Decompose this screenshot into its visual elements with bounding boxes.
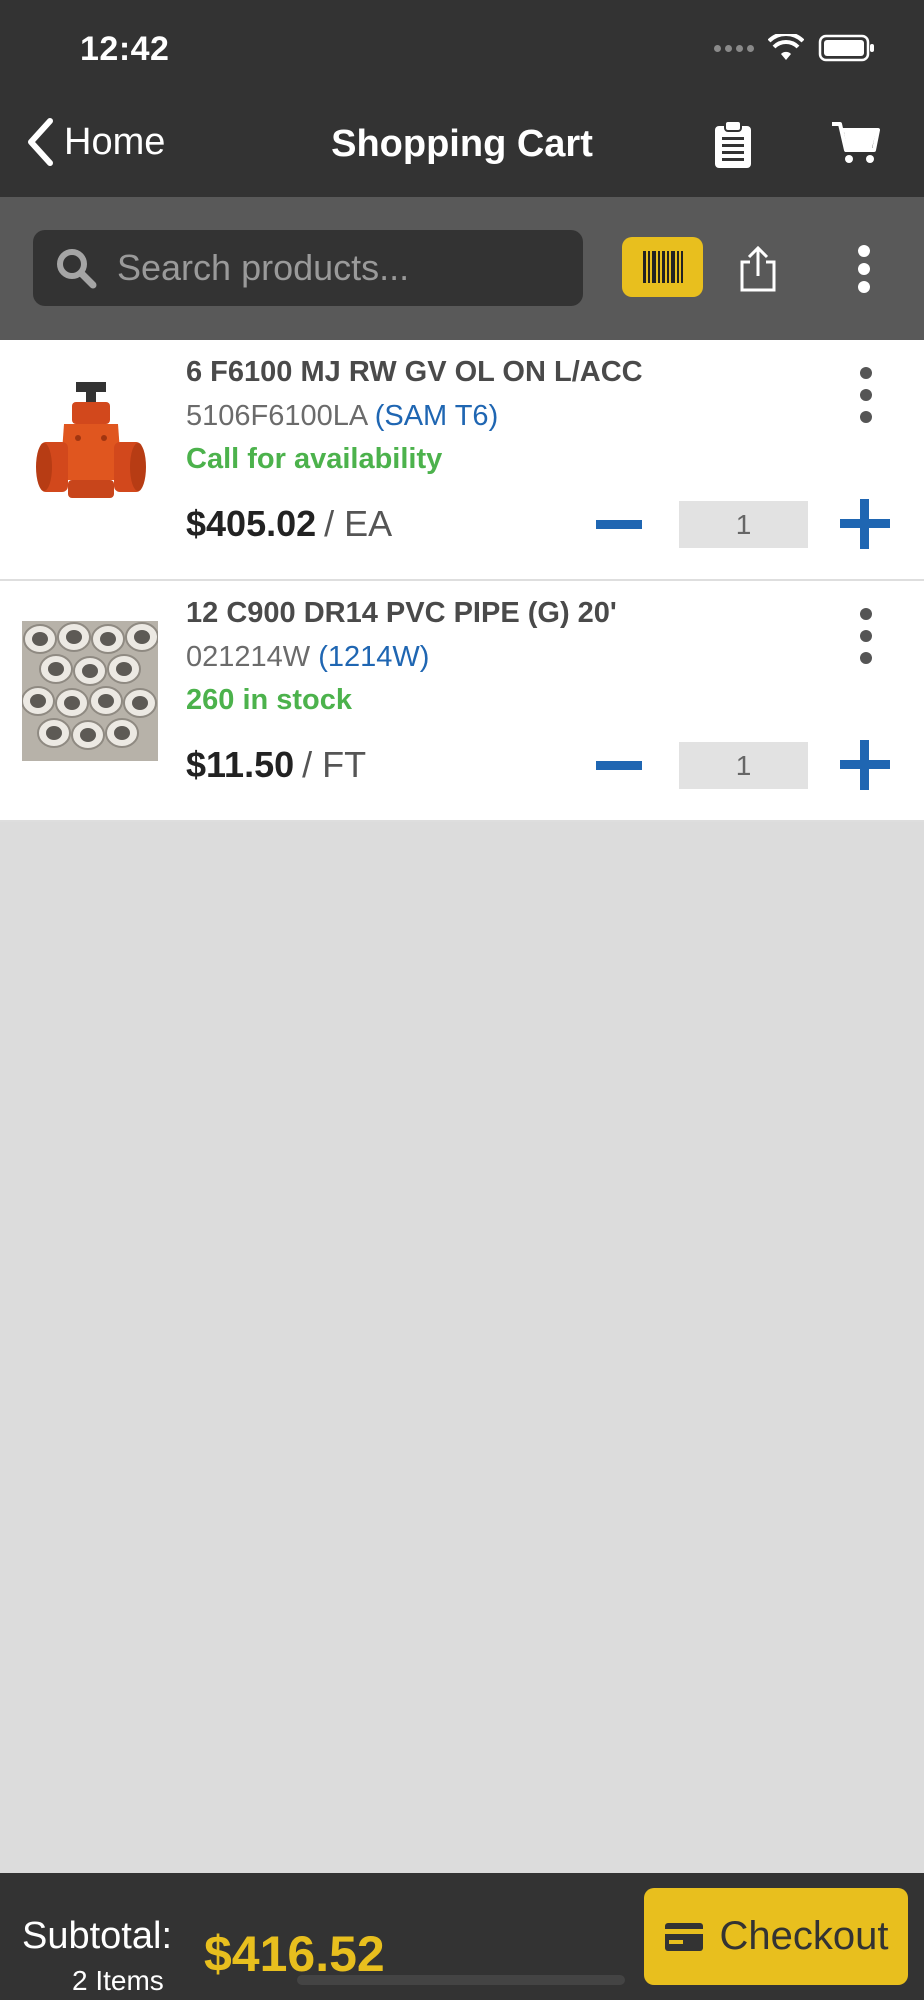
status-icons bbox=[714, 34, 876, 62]
shopping-cart-icon bbox=[832, 122, 880, 163]
checkout-label: Checkout bbox=[719, 1914, 889, 1958]
back-label: Home bbox=[64, 120, 166, 163]
cart-item: 12 C900 DR14 PVC PIPE (G) 20' 021214W (1… bbox=[0, 581, 924, 822]
sku-code: 5106F6100LA bbox=[186, 400, 367, 432]
quantity-input[interactable] bbox=[679, 742, 808, 789]
stock-status: 260 in stock bbox=[186, 684, 353, 716]
share-icon bbox=[740, 245, 776, 292]
credit-card-icon bbox=[664, 1922, 703, 1951]
product-sku: 021214W (1214W) bbox=[186, 641, 429, 674]
search-input[interactable] bbox=[117, 247, 557, 289]
clipboard-icon bbox=[715, 120, 751, 168]
item-options-icon[interactable] bbox=[854, 606, 878, 666]
share-button[interactable] bbox=[738, 245, 778, 297]
search-bar bbox=[0, 197, 924, 340]
price-amount: $11.50 bbox=[186, 744, 295, 785]
pvc-pipe-image bbox=[22, 621, 158, 761]
checkout-button[interactable]: Checkout bbox=[644, 1888, 908, 1985]
battery-icon bbox=[818, 34, 874, 62]
product-price: $11.50/ FT bbox=[186, 744, 366, 786]
decrease-quantity-button[interactable] bbox=[594, 741, 644, 791]
vertical-dots-icon bbox=[858, 245, 870, 293]
sku-code: 021214W bbox=[186, 641, 311, 673]
subtotal-label: Subtotal: bbox=[22, 1915, 172, 1957]
cart-list: 6 F6100 MJ RW GV OL ON L/ACC 5106F6100LA… bbox=[0, 340, 924, 822]
quantity-input[interactable] bbox=[679, 501, 808, 548]
chevron-left-icon bbox=[28, 118, 53, 166]
increase-quantity-button[interactable] bbox=[838, 738, 892, 792]
barcode-scan-button[interactable] bbox=[622, 237, 703, 297]
clipboard-button[interactable] bbox=[712, 120, 754, 175]
search-icon bbox=[57, 249, 97, 289]
wifi-icon bbox=[768, 34, 804, 60]
alt-code-link[interactable]: (1214W) bbox=[318, 641, 429, 673]
alt-code-link[interactable]: (SAM T6) bbox=[375, 400, 499, 432]
stock-status: Call for availability bbox=[186, 443, 443, 475]
items-count: 2 Items bbox=[72, 1965, 164, 1996]
cellular-signal-icon bbox=[714, 44, 754, 52]
price-unit: / FT bbox=[302, 744, 367, 785]
increase-quantity-button[interactable] bbox=[838, 497, 892, 551]
home-indicator bbox=[297, 1975, 625, 1985]
price-unit: / EA bbox=[324, 503, 393, 544]
top-bar: 12:42 Home Shopping Cart bbox=[0, 0, 924, 197]
decrease-quantity-button[interactable] bbox=[594, 500, 644, 550]
search-field[interactable] bbox=[33, 230, 583, 306]
cart-button[interactable] bbox=[830, 120, 880, 171]
price-amount: $405.02 bbox=[186, 503, 317, 544]
item-options-icon[interactable] bbox=[854, 365, 878, 425]
product-name[interactable]: 6 F6100 MJ RW GV OL ON L/ACC bbox=[186, 356, 643, 389]
back-button[interactable]: Home bbox=[26, 118, 165, 166]
cart-item: 6 F6100 MJ RW GV OL ON L/ACC 5106F6100LA… bbox=[0, 340, 924, 581]
product-name[interactable]: 12 C900 DR14 PVC PIPE (G) 20' bbox=[186, 597, 617, 630]
gate-valve-image bbox=[36, 382, 146, 498]
product-sku: 5106F6100LA (SAM T6) bbox=[186, 400, 498, 433]
barcode-icon bbox=[642, 251, 683, 283]
more-options-button[interactable] bbox=[852, 244, 876, 299]
status-time: 12:42 bbox=[80, 30, 170, 68]
product-price: $405.02/ EA bbox=[186, 503, 392, 545]
